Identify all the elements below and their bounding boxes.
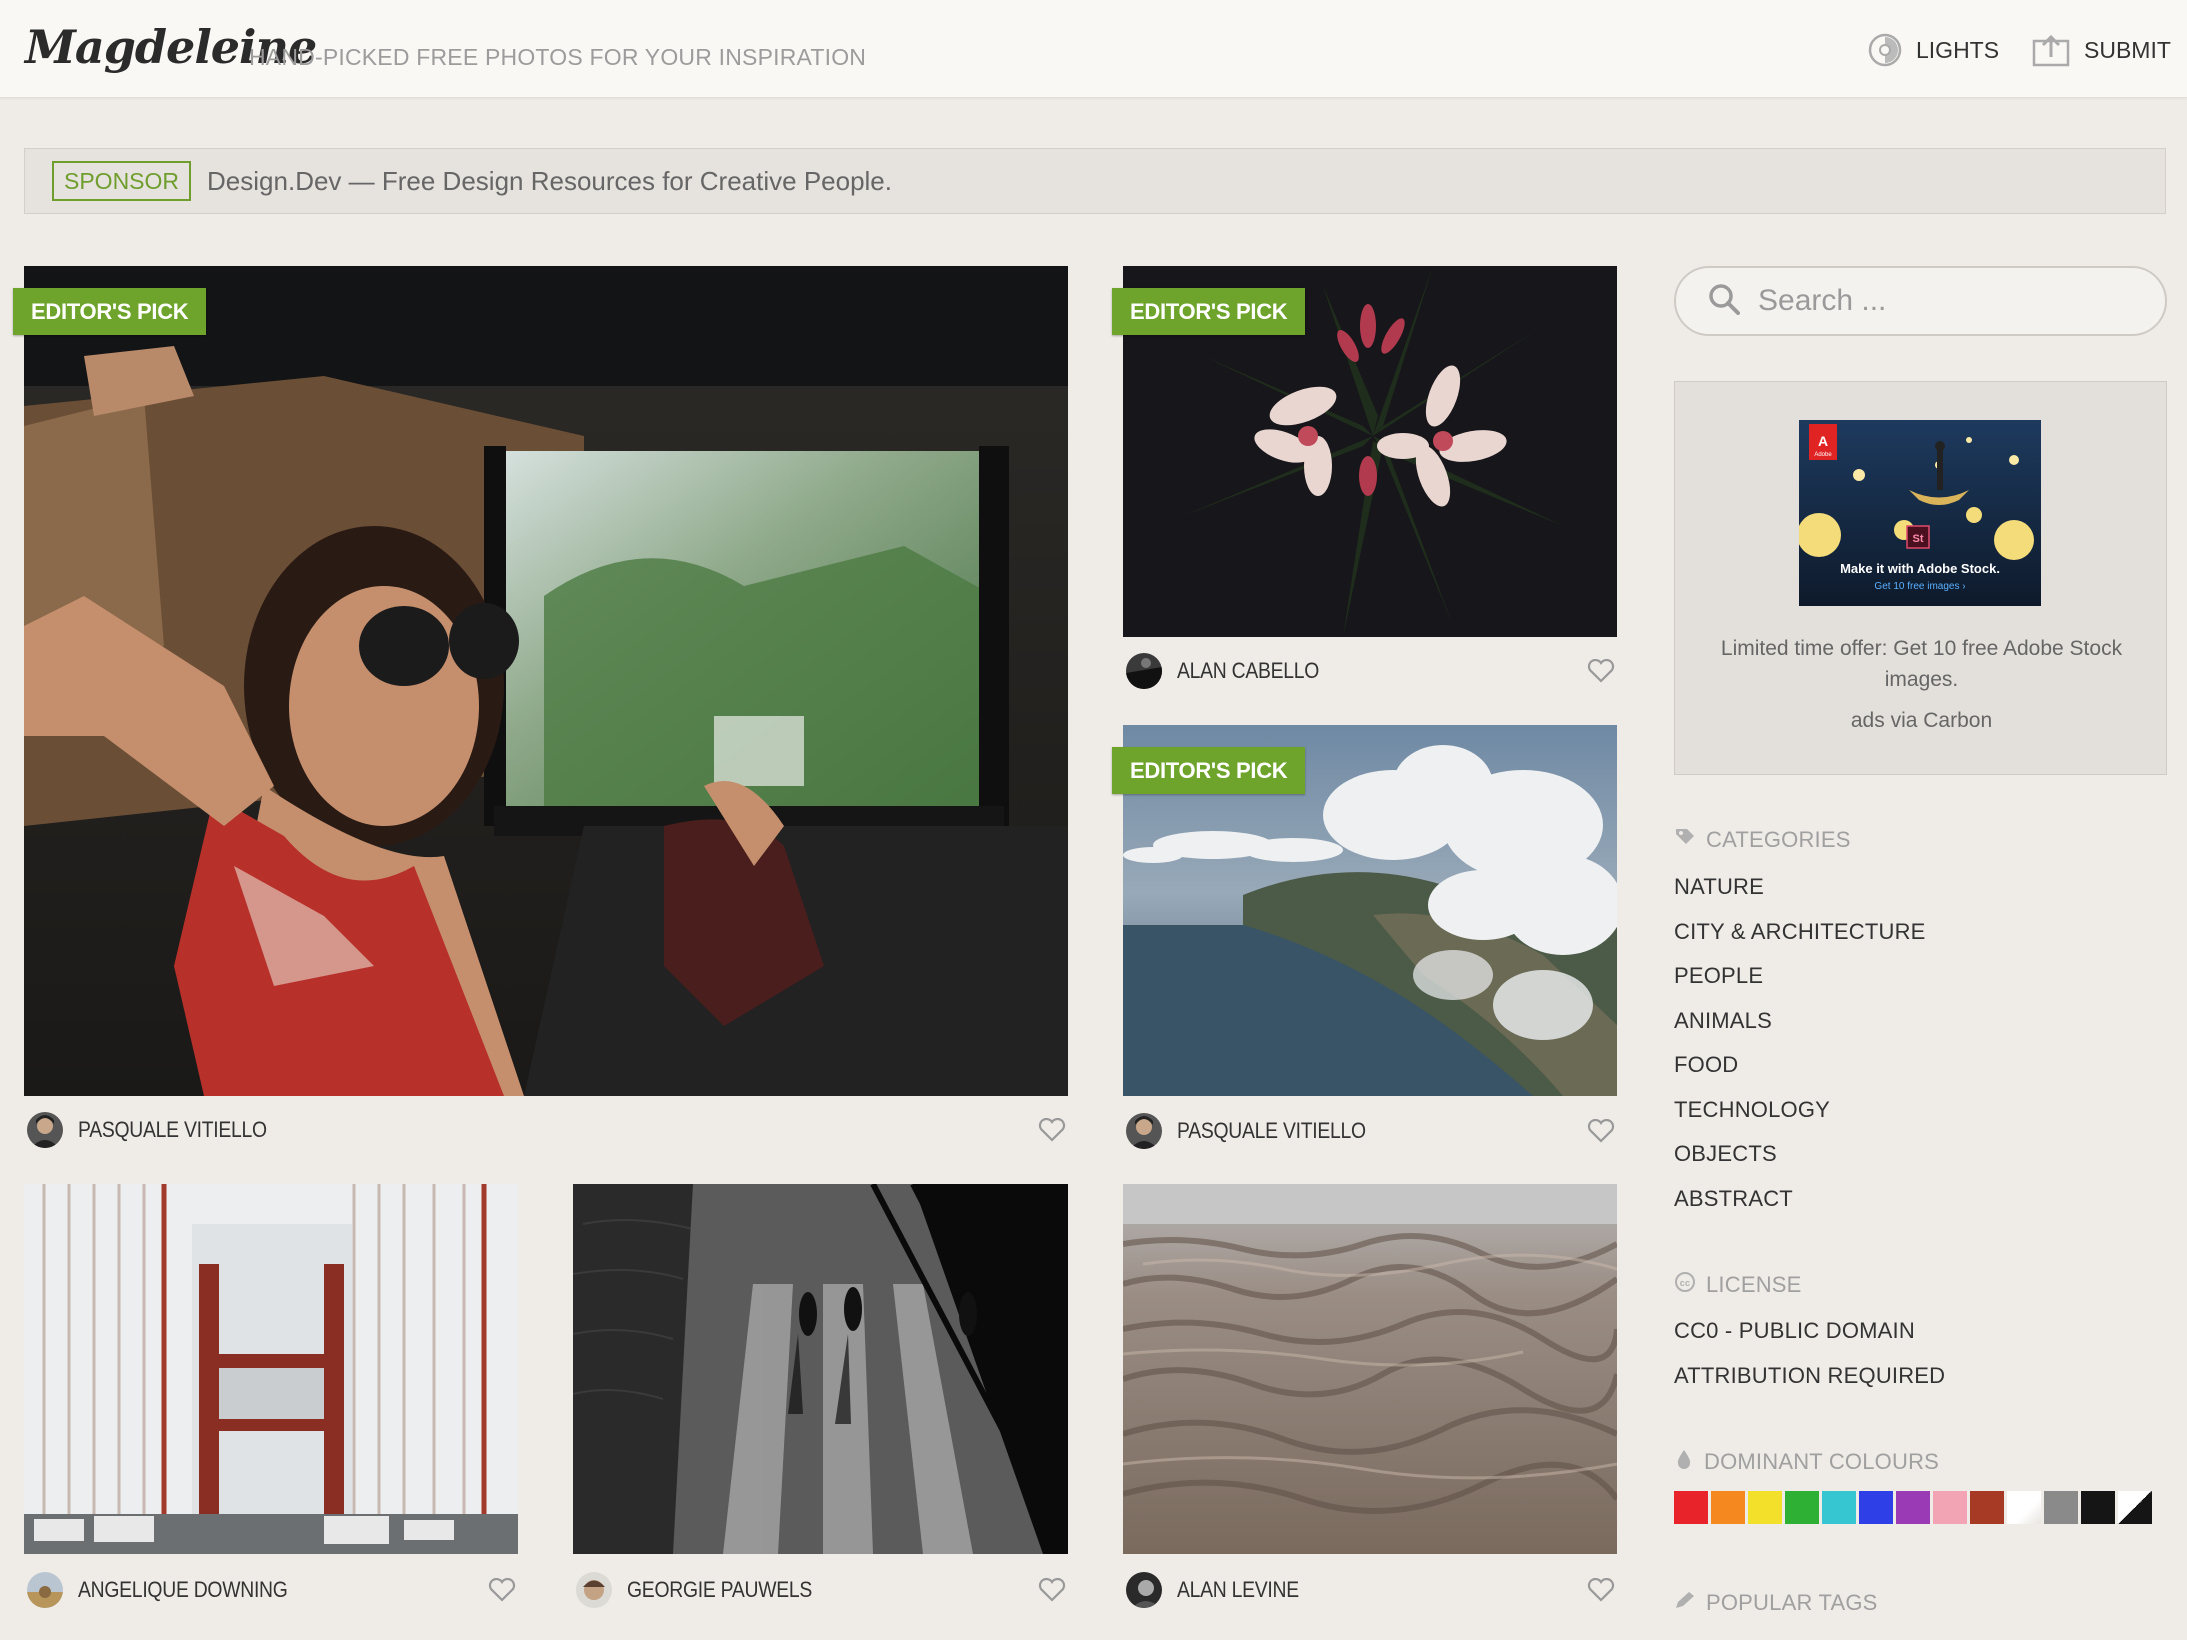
heart-icon[interactable] xyxy=(1587,658,1615,688)
author-name[interactable]: ALAN CABELLO xyxy=(1177,658,1319,684)
colour-swatch[interactable] xyxy=(2118,1491,2152,1524)
author-avatar[interactable] xyxy=(1126,653,1162,689)
colour-swatch[interactable] xyxy=(1896,1491,1930,1524)
colour-swatch[interactable] xyxy=(1674,1491,1708,1524)
category-objects[interactable]: OBJECTS xyxy=(1674,1141,1777,1167)
category-animals[interactable]: ANIMALS xyxy=(1674,1008,1772,1034)
photo-meta: ALAN CABELLO xyxy=(1123,651,1617,691)
submit-button[interactable]: SUBMIT xyxy=(2032,30,2171,70)
photo-meta: PASQUALE VITIELLO xyxy=(24,1110,1068,1150)
search-box[interactable] xyxy=(1674,266,2167,336)
tag-icon xyxy=(1674,827,1696,853)
editors-pick-badge: EDITOR'S PICK xyxy=(1112,288,1306,335)
popular-tags-heading: POPULAR TAGS xyxy=(1674,1590,1878,1616)
dominant-colours-title: DOMINANT COLOURS xyxy=(1704,1449,1940,1474)
photo-card: ANGELIQUE DOWNING xyxy=(24,1184,518,1610)
colour-swatch[interactable] xyxy=(2044,1491,2078,1524)
author-name[interactable]: PASQUALE VITIELLO xyxy=(78,1117,267,1143)
colour-swatch[interactable] xyxy=(2007,1491,2041,1524)
ad-text[interactable]: Limited time offer: Get 10 free Adobe St… xyxy=(1695,633,2148,695)
ad-image-subline: Get 10 free images › xyxy=(1874,581,1965,592)
license-attribution[interactable]: ATTRIBUTION REQUIRED xyxy=(1674,1363,1945,1389)
category-abstract[interactable]: ABSTRACT xyxy=(1674,1186,1793,1212)
site-header: Magdeleine HAND-PICKED FREE PHOTOS FOR Y… xyxy=(0,0,2187,98)
popular-tags-title: POPULAR TAGS xyxy=(1706,1590,1878,1615)
photo-card: GEORGIE PAUWELS xyxy=(573,1184,1068,1610)
drop-icon xyxy=(1674,1448,1694,1476)
colour-swatches xyxy=(1674,1491,2152,1524)
license-cc0[interactable]: CC0 - PUBLIC DOMAIN xyxy=(1674,1318,1915,1344)
colour-swatch[interactable] xyxy=(1970,1491,2004,1524)
editors-pick-badge: EDITOR'S PICK xyxy=(1112,747,1306,794)
heart-icon[interactable] xyxy=(1587,1118,1615,1148)
author-avatar[interactable] xyxy=(1126,1572,1162,1608)
photo-meta: PASQUALE VITIELLO xyxy=(1123,1111,1617,1151)
editors-pick-badge: EDITOR'S PICK xyxy=(13,288,207,335)
colour-swatch[interactable] xyxy=(1748,1491,1782,1524)
colour-swatch[interactable] xyxy=(1822,1491,1856,1524)
author-avatar[interactable] xyxy=(27,1112,63,1148)
photo-meta: GEORGIE PAUWELS xyxy=(573,1570,1068,1610)
author-name[interactable]: GEORGIE PAUWELS xyxy=(627,1577,812,1603)
author-avatar[interactable] xyxy=(1126,1113,1162,1149)
ad-via-carbon[interactable]: ads via Carbon xyxy=(1675,709,2168,733)
svg-text:cc: cc xyxy=(1680,1278,1690,1288)
sponsor-link[interactable]: Design.Dev — Free Design Resources for C… xyxy=(207,166,892,197)
license-title: LICENSE xyxy=(1706,1272,1802,1297)
category-food[interactable]: FOOD xyxy=(1674,1052,1738,1078)
lights-icon xyxy=(1868,33,1902,67)
photo-card: ALAN LEVINE xyxy=(1123,1184,1617,1610)
photo-image[interactable] xyxy=(573,1184,1068,1554)
colour-swatch[interactable] xyxy=(1785,1491,1819,1524)
author-name[interactable]: PASQUALE VITIELLO xyxy=(1177,1118,1366,1144)
ad-image-headline: Make it with Adobe Stock. xyxy=(1840,561,2000,576)
heart-icon[interactable] xyxy=(1038,1117,1066,1147)
upload-icon xyxy=(2032,33,2070,67)
colour-swatch[interactable] xyxy=(1933,1491,1967,1524)
colour-swatch[interactable] xyxy=(1859,1491,1893,1524)
svg-text:Adobe: Adobe xyxy=(1814,452,1832,458)
heart-icon[interactable] xyxy=(1587,1577,1615,1607)
category-technology[interactable]: TECHNOLOGY xyxy=(1674,1097,1830,1123)
carbon-ad: A Adobe St Make it with Adobe Stock. Get… xyxy=(1674,381,2167,775)
cc-icon: cc xyxy=(1674,1271,1696,1299)
photo-meta: ALAN LEVINE xyxy=(1123,1570,1617,1610)
photo-image[interactable] xyxy=(24,1184,518,1554)
photo-image[interactable] xyxy=(24,266,1068,1096)
submit-label: SUBMIT xyxy=(2084,36,2171,63)
category-people[interactable]: PEOPLE xyxy=(1674,963,1763,989)
category-city-architecture[interactable]: CITY & ARCHITECTURE xyxy=(1674,919,1926,945)
categories-heading: CATEGORIES xyxy=(1674,827,1851,853)
photo-image[interactable] xyxy=(1123,1184,1617,1554)
sponsor-badge: SPONSOR xyxy=(52,161,192,201)
author-avatar[interactable] xyxy=(576,1572,612,1608)
lights-label: LIGHTS xyxy=(1916,36,2000,63)
photo-card: EDITOR'S PICK PASQUALE VITIELLO xyxy=(1112,725,1617,1151)
author-name[interactable]: ANGELIQUE DOWNING xyxy=(78,1577,288,1603)
sponsor-bar[interactable]: SPONSOR Design.Dev — Free Design Resourc… xyxy=(24,148,2166,214)
photo-card: EDITOR'S PICK PASQUALE VITIELLO xyxy=(13,266,1068,1150)
dominant-colours-heading: DOMINANT COLOURS xyxy=(1674,1448,1939,1476)
photo-meta: ANGELIQUE DOWNING xyxy=(24,1570,518,1610)
category-nature[interactable]: NATURE xyxy=(1674,874,1764,900)
svg-text:A: A xyxy=(1818,433,1828,449)
categories-title: CATEGORIES xyxy=(1706,827,1851,852)
heart-icon[interactable] xyxy=(1038,1577,1066,1607)
svg-text:St: St xyxy=(1913,533,1924,545)
photo-card: EDITOR'S PICK ALAN CABELLO xyxy=(1112,266,1617,691)
heart-icon[interactable] xyxy=(488,1577,516,1607)
search-icon xyxy=(1676,283,1740,320)
ad-image[interactable]: A Adobe St Make it with Adobe Stock. Get… xyxy=(1799,420,2041,606)
search-input[interactable] xyxy=(1758,284,2138,318)
author-name[interactable]: ALAN LEVINE xyxy=(1177,1577,1299,1603)
pencil-tag-icon xyxy=(1674,1590,1696,1616)
lights-toggle-button[interactable]: LIGHTS xyxy=(1868,30,1999,70)
license-heading: cc LICENSE xyxy=(1674,1271,1802,1299)
colour-swatch[interactable] xyxy=(2081,1491,2115,1524)
author-avatar[interactable] xyxy=(27,1572,63,1608)
colour-swatch[interactable] xyxy=(1711,1491,1745,1524)
site-tagline: HAND-PICKED FREE PHOTOS FOR YOUR INSPIRA… xyxy=(249,44,867,70)
